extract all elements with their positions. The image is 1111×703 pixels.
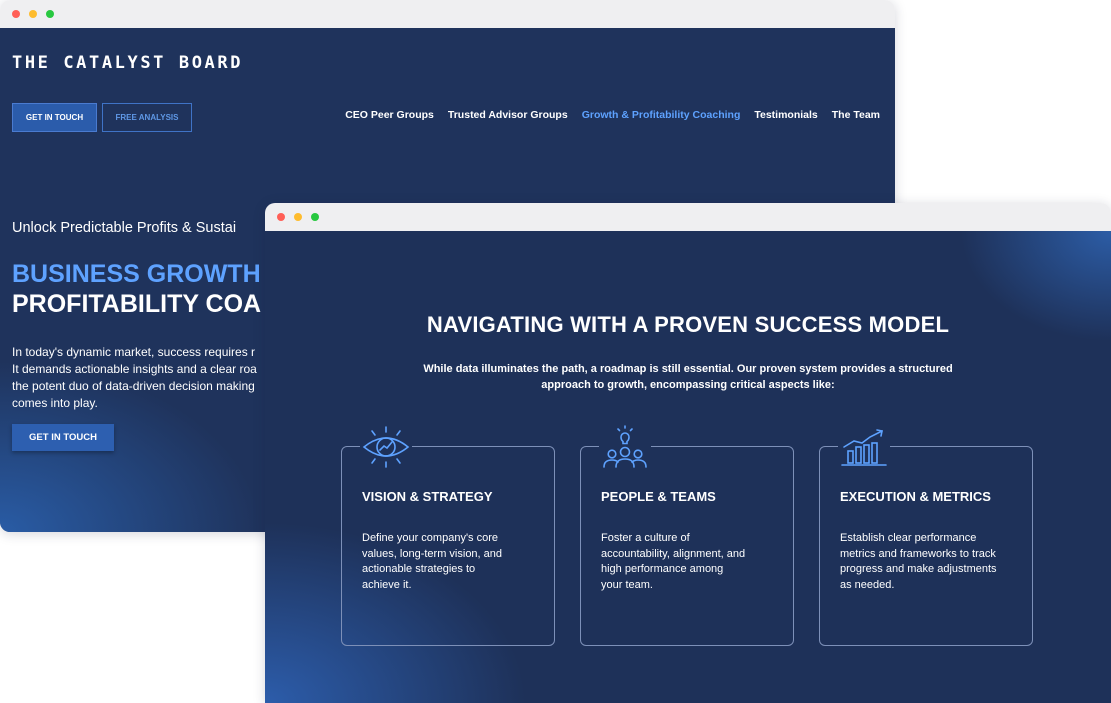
card-desc-line: as needed. [840, 578, 895, 591]
site-logo[interactable]: THE CATALYST BOARD [12, 53, 243, 73]
section-subtitle: While data illuminates the path, a roadm… [265, 361, 1111, 393]
window-titlebar [0, 0, 895, 28]
card-people-teams: PEOPLE & TEAMS Foster a culture of accou… [580, 425, 794, 646]
card-desc-line: high performance among [601, 563, 724, 575]
nav-item-trusted-advisor-groups[interactable]: Trusted Advisor Groups [448, 109, 568, 121]
hero-subtitle: Unlock Predictable Profits & Sustai [12, 220, 237, 236]
section-subtitle-line: While data illuminates the path, a roadm… [423, 363, 953, 375]
team-lightbulb-icon [599, 425, 651, 469]
card-description: Define your company's core values, long-… [362, 531, 540, 593]
nav-item-testimonials[interactable]: Testimonials [754, 109, 817, 121]
card-desc-line: your team. [601, 578, 653, 591]
card-desc-line: values, long-term vision, and [362, 547, 503, 560]
bar-chart-growth-icon [838, 425, 890, 469]
hero-title: BUSINESS GROWTH PROFITABILITY COA [12, 259, 261, 319]
maximize-dot[interactable] [46, 10, 54, 18]
window-titlebar [265, 203, 1111, 231]
card-execution-metrics: EXECUTION & METRICS Establish clear perf… [819, 425, 1033, 646]
nav-item-growth-coaching[interactable]: Growth & Profitability Coaching [582, 109, 741, 121]
card-title: PEOPLE & TEAMS [601, 489, 716, 504]
card-description: Foster a culture of accountability, alig… [601, 531, 779, 593]
maximize-dot[interactable] [311, 213, 319, 221]
minimize-dot[interactable] [294, 213, 302, 221]
card-vision-strategy: VISION & STRATEGY Define your company's … [341, 425, 555, 646]
card-desc-line: actionable strategies to [362, 563, 476, 575]
card-description: Establish clear performance metrics and … [840, 531, 1018, 593]
section-subtitle-line: approach to growth, encompassing critica… [541, 379, 835, 391]
success-model-section: NAVIGATING WITH A PROVEN SUCCESS MODEL W… [265, 231, 1111, 703]
get-in-touch-button[interactable]: GET IN TOUCH [12, 103, 97, 132]
card-desc-line: metrics and frameworks to track [840, 547, 996, 560]
card-desc-line: achieve it. [362, 578, 412, 591]
card-title: VISION & STRATEGY [362, 489, 493, 504]
card-desc-line: Define your company's core [362, 532, 498, 544]
hero-get-in-touch-button[interactable]: GET IN TOUCH [12, 424, 114, 451]
main-nav: CEO Peer Groups Trusted Advisor Groups G… [345, 109, 880, 121]
browser-window-front: NAVIGATING WITH A PROVEN SUCCESS MODEL W… [265, 203, 1111, 703]
card-desc-line: progress and make adjustments [840, 563, 997, 575]
card-desc-line: Foster a culture of [601, 532, 690, 544]
section-title: NAVIGATING WITH A PROVEN SUCCESS MODEL [426, 312, 950, 337]
card-desc-line: accountability, alignment, and [601, 547, 746, 560]
minimize-dot[interactable] [29, 10, 37, 18]
card-title: EXECUTION & METRICS [840, 489, 991, 504]
card-desc-line: Establish clear performance [840, 532, 977, 544]
hero-title-line-1: BUSINESS GROWTH [12, 260, 261, 288]
close-dot[interactable] [12, 10, 20, 18]
hero-title-line-2: PROFITABILITY COA [12, 290, 262, 318]
nav-item-ceo-peer-groups[interactable]: CEO Peer Groups [345, 109, 434, 121]
nav-item-the-team[interactable]: The Team [832, 109, 880, 121]
close-dot[interactable] [277, 213, 285, 221]
free-analysis-button[interactable]: FREE ANALYSIS [102, 103, 192, 132]
eye-chart-icon [360, 425, 412, 469]
